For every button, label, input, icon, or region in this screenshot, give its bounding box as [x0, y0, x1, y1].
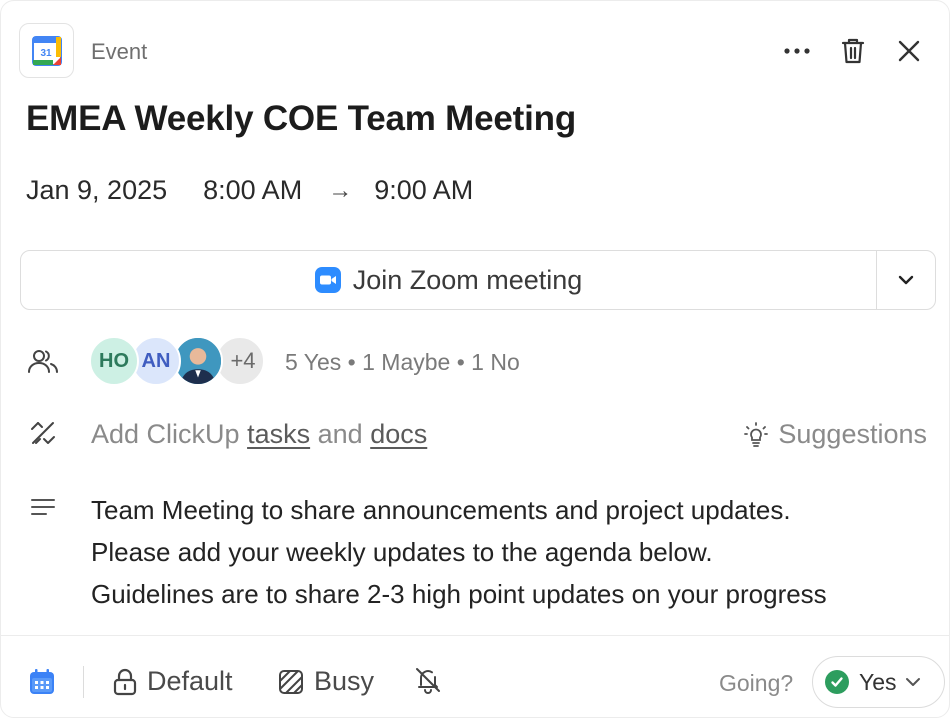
going-label: Going? [719, 670, 794, 696]
and-label: and [317, 419, 363, 449]
suggestions-label: Suggestions [778, 419, 927, 449]
more-options-button[interactable] [777, 31, 817, 71]
event-title[interactable]: EMEA Weekly COE Team Meeting [26, 99, 576, 139]
more-icon [784, 48, 810, 54]
rsvp-dropdown[interactable]: Yes [812, 656, 945, 708]
bell-off-icon [414, 666, 442, 694]
description-line: Please add your weekly updates to the ag… [91, 537, 713, 567]
busy-status-button[interactable]: Busy [278, 666, 374, 697]
docs-link[interactable]: docs [370, 419, 427, 449]
chevron-down-icon [905, 677, 921, 687]
lock-icon [113, 668, 137, 696]
suggestions-button[interactable]: Suggestions [744, 419, 927, 450]
join-zoom-label: Join Zoom meeting [352, 264, 583, 295]
visibility-button[interactable]: Default [113, 666, 233, 697]
event-date[interactable]: Jan 9, 2025 [26, 175, 167, 206]
google-calendar-icon: 31 [19, 23, 74, 78]
attendee-avatars[interactable]: HO AN +4 [89, 336, 265, 386]
lightbulb-icon [744, 421, 769, 448]
calendar-badge-number: 31 [40, 48, 52, 59]
event-type-label: Event [91, 39, 148, 64]
visibility-label: Default [147, 666, 233, 696]
event-description[interactable]: Team Meeting to share announcements and … [91, 489, 941, 615]
zoom-icon [314, 267, 341, 293]
event-end-time[interactable]: 9:00 AM [374, 175, 473, 206]
chevron-down-icon [898, 275, 914, 285]
avatar[interactable]: HO [89, 336, 139, 386]
delete-button[interactable] [833, 31, 873, 71]
add-clickup-items: Add ClickUp tasks and docs [91, 419, 427, 450]
tasks-link[interactable]: tasks [247, 419, 310, 449]
busy-label: Busy [314, 666, 375, 696]
check-circle-icon [825, 670, 849, 694]
event-datetime: Jan 9, 2025 8:00 AM → 9:00 AM [26, 175, 473, 206]
rsvp-value: Yes [859, 668, 897, 695]
join-zoom-button[interactable]: Join Zoom meeting [21, 251, 876, 309]
rsvp-summary[interactable]: 5 Yes • 1 Maybe • 1 No [285, 349, 520, 376]
trash-icon [841, 38, 865, 64]
description-icon [25, 489, 61, 525]
event-detail-panel: 31 Event EMEA Weekly COE Team Meeting Ja… [0, 0, 950, 718]
busy-pattern-icon [278, 669, 304, 695]
zoom-button-group: Join Zoom meeting [20, 250, 936, 310]
event-footer: Default Busy Going? Yes [1, 635, 950, 718]
link-tasks-icon [25, 415, 61, 451]
calendar-icon[interactable] [29, 669, 55, 700]
event-start-time[interactable]: 8:00 AM [203, 175, 302, 206]
notifications-button[interactable] [414, 666, 452, 694]
add-clickup-label: Add ClickUp [91, 419, 240, 449]
divider [83, 666, 84, 698]
close-icon [898, 40, 920, 62]
zoom-options-dropdown[interactable] [876, 251, 935, 309]
attendees-icon [25, 343, 61, 379]
arrow-right-icon: → [328, 176, 353, 204]
close-button[interactable] [889, 31, 929, 71]
description-line: Team Meeting to share announcements and … [91, 495, 791, 525]
description-line: Guidelines are to share 2-3 high point u… [91, 579, 827, 609]
